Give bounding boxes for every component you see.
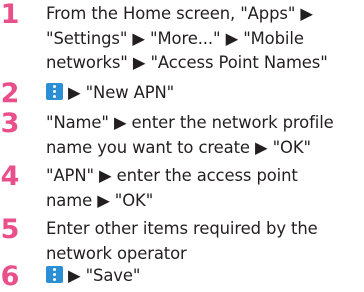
- step-number: 1: [0, 0, 20, 30]
- step-text: "APN" ▶ enter the access point name ▶ "O…: [46, 164, 360, 213]
- step-line: From the Home screen, "Apps" ▶: [46, 4, 313, 23]
- step-text: ▶ "Save": [46, 264, 360, 289]
- step-line: network operator: [46, 243, 187, 263]
- step-line: networks" ▶ "Access Point Names": [46, 53, 328, 72]
- step-text: From the Home screen, "Apps" ▶ "Settings…: [46, 2, 360, 76]
- step-text: ▶ "New APN": [46, 81, 360, 106]
- step-line: "Name" ▶ enter the network profile: [46, 113, 334, 132]
- step-number: 3: [0, 108, 20, 139]
- step-text: Enter other items required by the networ…: [46, 217, 360, 266]
- step-line: name ▶ "OK": [46, 190, 154, 210]
- step-line: ▶ "New APN": [68, 83, 175, 102]
- step-number: 2: [0, 78, 20, 109]
- step-number: 4: [0, 161, 20, 192]
- step-number: 5: [0, 214, 20, 245]
- step-text: "Name" ▶ enter the network profile name …: [46, 111, 360, 160]
- step-line: ▶ "Save": [68, 266, 141, 285]
- step-line: name you want to create ▶ "OK": [46, 137, 311, 157]
- step-line: "APN" ▶ enter the access point: [46, 166, 298, 185]
- step-number: 6: [0, 261, 20, 292]
- step-line: "Settings" ▶ "More..." ▶ "Mobile: [46, 28, 304, 48]
- step-line: Enter other items required by the: [46, 219, 318, 238]
- menu-icon: [46, 266, 63, 283]
- menu-icon: [46, 83, 63, 100]
